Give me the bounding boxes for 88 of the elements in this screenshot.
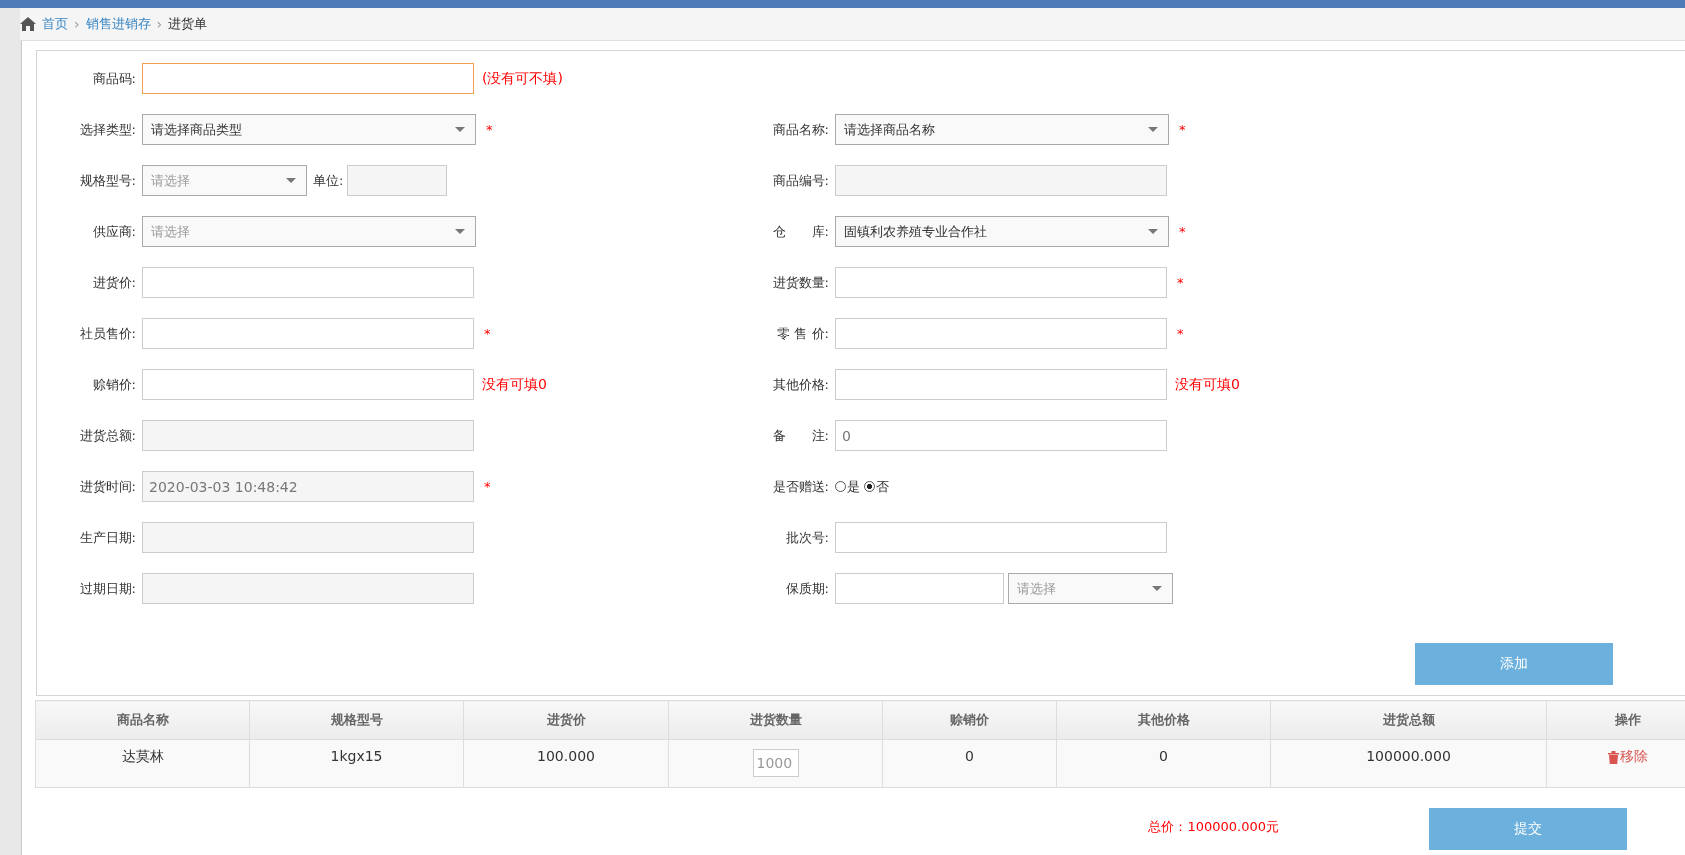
column-header: 规格型号: [249, 700, 464, 740]
text-field[interactable]: [142, 267, 474, 298]
column-header: 其他价格: [1056, 700, 1271, 740]
radio-option[interactable]: 否: [864, 477, 889, 496]
text-field[interactable]: [835, 318, 1167, 349]
readonly-field[interactable]: [347, 165, 448, 196]
required-mark: *: [1179, 224, 1186, 239]
text-field[interactable]: [142, 369, 474, 400]
caret-icon: [1148, 127, 1158, 132]
text-field[interactable]: [835, 267, 1167, 298]
dropdown[interactable]: 请选择: [142, 165, 307, 196]
readonly-field[interactable]: [142, 522, 474, 553]
hint-text: 没有可填0: [482, 375, 547, 394]
dropdown[interactable]: 固镇利农养殖专业合作社: [835, 216, 1169, 247]
readonly-field[interactable]: [142, 573, 474, 604]
field-label: 仓 库:: [771, 222, 830, 241]
hint-text: 没有可填0: [1175, 375, 1240, 394]
breadcrumb-current: 进货单: [168, 15, 208, 33]
field-label: 选择类型:: [78, 120, 137, 139]
column-header: 操作: [1546, 700, 1685, 740]
breadcrumb-link[interactable]: 销售进销存: [85, 15, 151, 33]
caret-icon: [455, 229, 465, 234]
table-cell: 100.000: [463, 739, 669, 788]
total-price: 总价：100000.000元: [1148, 818, 1279, 836]
breadcrumb-separator: ›: [74, 16, 80, 32]
submit-button[interactable]: 提交: [1429, 808, 1627, 850]
column-header: 进货价: [463, 700, 669, 740]
text-field[interactable]: [142, 63, 474, 94]
remove-link[interactable]: 移除: [1608, 748, 1648, 766]
readonly-field[interactable]: [835, 165, 1167, 196]
required-mark: *: [1177, 275, 1184, 290]
field-label: 过期日期:: [78, 579, 137, 598]
radio-option[interactable]: 是: [835, 477, 860, 496]
dropdown[interactable]: 请选择: [1008, 573, 1173, 604]
column-header: 进货数量: [668, 700, 883, 740]
field-label: 规格型号:: [78, 171, 137, 190]
field-label: 零 售 价:: [776, 324, 830, 343]
table-cell: 达莫林: [35, 739, 250, 788]
field-label: 生产日期:: [78, 528, 137, 547]
field-label: 商品编号:: [771, 171, 830, 190]
breadcrumb-link[interactable]: 首页: [42, 15, 68, 33]
column-header: 进货总额: [1270, 700, 1547, 740]
field-label: 社员售价:: [78, 324, 137, 343]
table-cell: 1kgx15: [249, 739, 464, 788]
table-cell: 0: [1056, 739, 1271, 788]
column-header: 赊销价: [882, 700, 1057, 740]
text-field[interactable]: 0: [835, 420, 1167, 451]
caret-icon: [455, 127, 465, 132]
trash-icon: [1608, 750, 1619, 764]
field-label: 进货数量:: [771, 273, 830, 292]
required-mark: *: [1179, 122, 1186, 137]
add-button[interactable]: 添加: [1415, 643, 1613, 685]
required-mark: *: [1177, 326, 1184, 341]
readonly-field[interactable]: 2020-03-03 10:48:42: [142, 471, 474, 502]
column-header: 商品名称: [35, 700, 250, 740]
quantity-field[interactable]: 1000: [752, 749, 799, 777]
table-cell: 100000.000: [1270, 739, 1547, 788]
field-label: 备 注:: [771, 426, 830, 445]
text-field[interactable]: [835, 573, 1004, 604]
dropdown[interactable]: 请选择商品类型: [142, 114, 476, 145]
dropdown[interactable]: 请选择商品名称: [835, 114, 1169, 145]
required-mark: *: [486, 122, 493, 137]
field-label: 商品名称:: [771, 120, 830, 139]
dropdown[interactable]: 请选择: [142, 216, 476, 247]
field-label: 是否赠送:: [771, 477, 830, 496]
field-label: 供应商:: [91, 222, 137, 241]
caret-icon: [286, 178, 296, 183]
field-label: 保质期:: [784, 579, 830, 598]
required-mark: *: [484, 326, 491, 341]
field-label: 其他价格:: [771, 375, 830, 394]
text-field[interactable]: [142, 318, 474, 349]
field-label: 进货价:: [91, 273, 137, 292]
readonly-field[interactable]: [142, 420, 474, 451]
table-cell: 0: [882, 739, 1057, 788]
text-field[interactable]: [835, 522, 1167, 553]
text-field[interactable]: [835, 369, 1167, 400]
required-mark: *: [484, 479, 491, 494]
hint-text: (没有可不填): [482, 69, 563, 88]
field-label: 单位:: [313, 171, 344, 190]
field-label: 赊销价:: [91, 375, 137, 394]
caret-icon: [1148, 229, 1158, 234]
field-label: 批次号:: [784, 528, 830, 547]
field-label: 商品码:: [91, 69, 137, 88]
field-label: 进货时间:: [78, 477, 137, 496]
caret-icon: [1152, 586, 1162, 591]
home-icon: [20, 17, 36, 31]
breadcrumb-separator: ›: [156, 16, 163, 32]
field-label: 进货总额:: [78, 426, 137, 445]
